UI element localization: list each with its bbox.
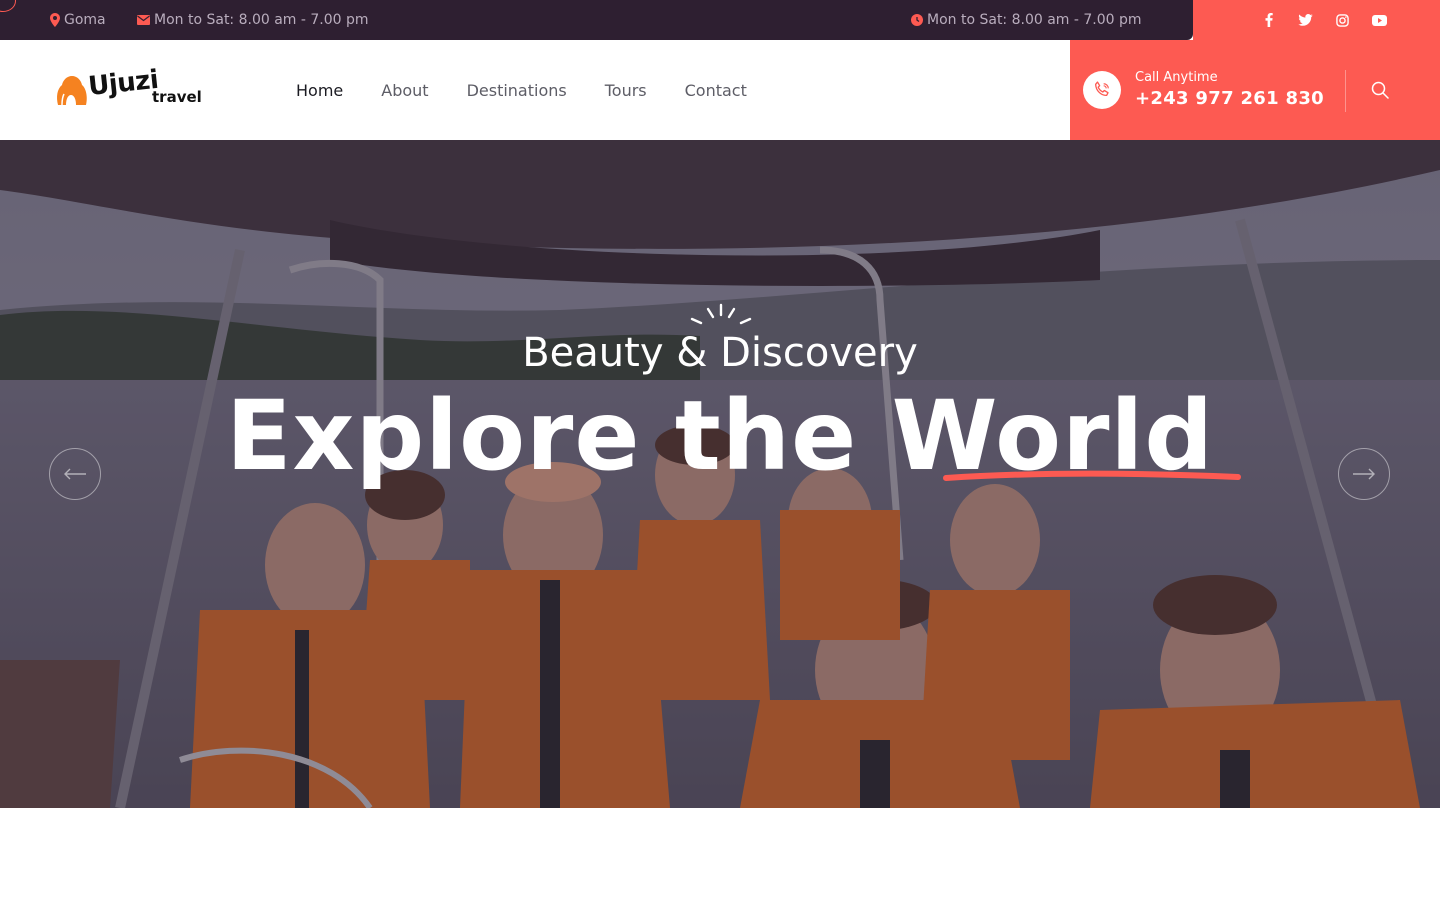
top-bar-dark: Goma Mon to Sat: 8.00 am - 7.00 pm Mon t… xyxy=(0,0,1193,40)
call-label: Call Anytime xyxy=(1135,70,1218,85)
slider-next-button[interactable] xyxy=(1338,448,1390,500)
search-icon xyxy=(1371,81,1389,99)
title-underline xyxy=(943,470,1241,481)
phone-icon xyxy=(1095,81,1109,97)
logo[interactable]: Ujuzi travel xyxy=(54,65,204,110)
sparkle-icon xyxy=(690,303,752,325)
map-pin-icon xyxy=(50,13,60,27)
instagram-icon[interactable] xyxy=(1324,0,1361,40)
main-nav: Home About Destinations Tours Contact xyxy=(296,40,785,140)
call-divider xyxy=(1345,70,1346,112)
call-number[interactable]: +243 977 261 830 xyxy=(1135,88,1324,109)
nav-destinations[interactable]: Destinations xyxy=(467,81,567,100)
location-text: Goma xyxy=(64,12,106,28)
top-bar-hours-clock: Mon to Sat: 8.00 am - 7.00 pm xyxy=(911,0,1142,40)
facebook-icon[interactable] xyxy=(1250,0,1287,40)
nav-home[interactable]: Home xyxy=(296,81,343,100)
call-icon-circle[interactable] xyxy=(1083,71,1121,109)
nav-contact[interactable]: Contact xyxy=(685,81,747,100)
search-button[interactable] xyxy=(1368,78,1392,102)
arrow-left-icon xyxy=(64,468,86,480)
hours-text: Mon to Sat: 8.00 am - 7.00 pm xyxy=(154,12,369,28)
hours-text-2: Mon to Sat: 8.00 am - 7.00 pm xyxy=(927,12,1142,28)
call-box: Call Anytime +243 977 261 830 xyxy=(1070,40,1440,140)
clock-icon xyxy=(911,14,923,26)
hero-slider: Beauty & Discovery Explore the World xyxy=(0,140,1440,808)
nav-tours[interactable]: Tours xyxy=(605,81,647,100)
logo-text-primary: Ujuzi xyxy=(86,64,160,102)
gorilla-logo-icon xyxy=(57,76,87,105)
site-header: Ujuzi travel Home About Destinations Tou… xyxy=(0,40,1440,140)
nav-about[interactable]: About xyxy=(381,81,428,100)
top-bar: Goma Mon to Sat: 8.00 am - 7.00 pm Mon t… xyxy=(0,0,1440,40)
top-bar-hours-email: Mon to Sat: 8.00 am - 7.00 pm xyxy=(137,0,369,40)
youtube-icon[interactable] xyxy=(1361,0,1398,40)
social-links xyxy=(1250,0,1398,40)
twitter-icon[interactable] xyxy=(1287,0,1324,40)
hero-subtitle: Beauty & Discovery xyxy=(522,330,918,376)
slider-prev-button[interactable] xyxy=(49,448,101,500)
arrow-right-icon xyxy=(1353,468,1375,480)
decorative-ring xyxy=(0,0,16,12)
envelope-icon xyxy=(137,15,150,25)
logo-text-secondary: travel xyxy=(152,88,202,106)
top-bar-location: Goma xyxy=(50,0,106,40)
